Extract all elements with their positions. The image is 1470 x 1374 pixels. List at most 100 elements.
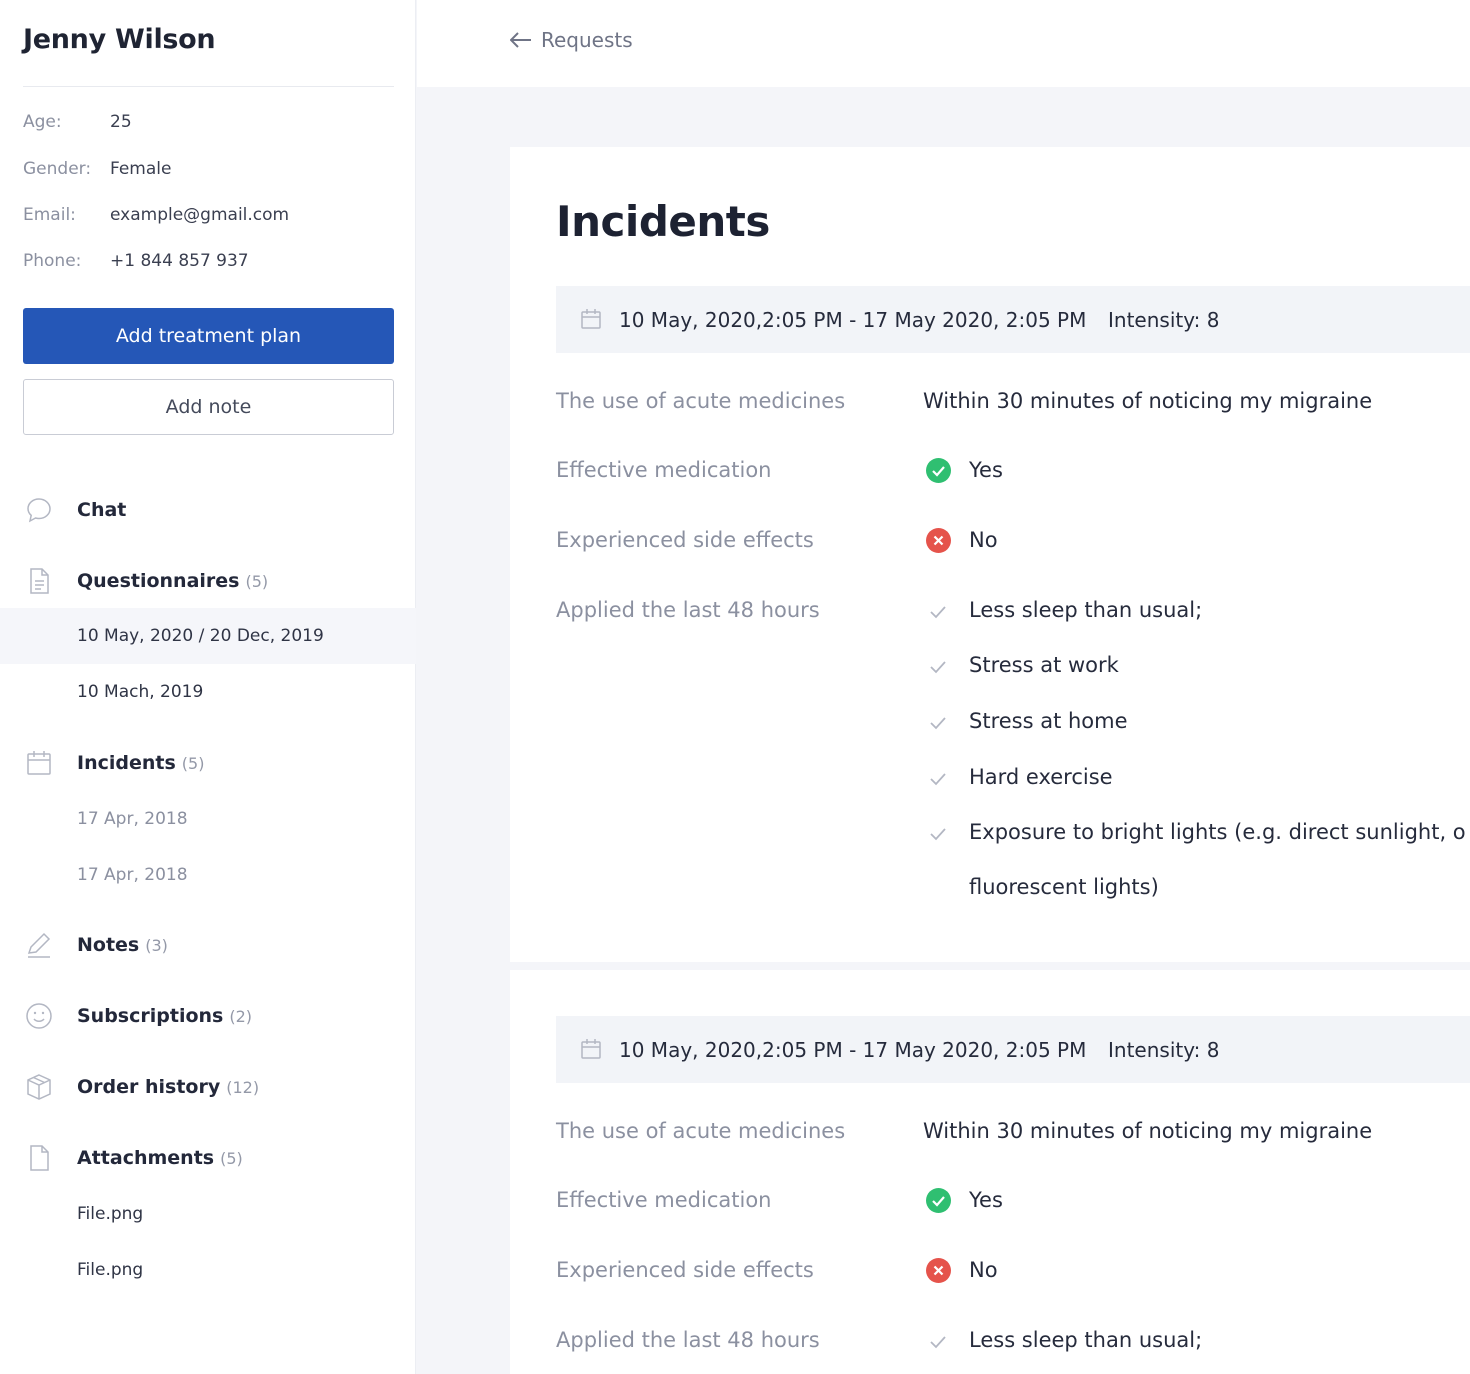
info-label: Gender:	[23, 159, 92, 179]
checkmark-icon	[930, 828, 946, 841]
acute-medicines-label: The use of acute medicines	[556, 389, 846, 413]
info-label: Age:	[23, 112, 62, 132]
smiley-icon	[24, 1001, 54, 1031]
back-link-label: Requests	[541, 28, 633, 52]
side-effects-value: No	[969, 1258, 998, 1282]
incident-intensity: Intensity: 8	[1108, 1037, 1220, 1062]
nav-label-text: Order history	[77, 1076, 221, 1098]
top-bar: Requests	[417, 0, 1470, 87]
incident-card: 10 May, 2020,2:05 PM - 17 May 2020, 2:05…	[510, 970, 1470, 1374]
nav-count: (2)	[229, 1007, 253, 1026]
questionnaire-date: 10 May, 2020 / 20 Dec, 2019	[77, 626, 324, 646]
patient-sidebar: Jenny Wilson Age: 25 Gender: Female Emai…	[0, 0, 416, 1374]
nav-item-order-history[interactable]: Order history (12)	[0, 1067, 416, 1107]
incident-date: 17 Apr, 2018	[77, 809, 188, 829]
nav-label-text: Incidents	[77, 752, 176, 774]
document-icon	[24, 566, 54, 596]
questionnaire-date: 10 Mach, 2019	[77, 682, 204, 702]
trigger-item: Less sleep than usual;	[969, 1328, 1203, 1352]
nav-label-text: Subscriptions	[77, 1005, 224, 1027]
add-note-button[interactable]: Add note	[23, 379, 394, 435]
nav-label-text: Attachments	[77, 1147, 215, 1169]
checkmark-icon	[930, 606, 946, 619]
nav-item-questionnaires[interactable]: Questionnaires (5)	[0, 561, 416, 601]
trigger-item: Stress at work	[969, 653, 1119, 677]
pencil-icon	[24, 930, 54, 960]
chat-bubble-icon	[24, 495, 54, 525]
info-label: Email:	[23, 205, 76, 225]
incident-date: 17 Apr, 2018	[77, 865, 188, 885]
questionnaire-item[interactable]: 10 May, 2020 / 20 Dec, 2019	[0, 608, 416, 664]
incident-item[interactable]: 17 Apr, 2018	[0, 847, 416, 903]
calendar-icon	[581, 309, 601, 329]
nav-label: Questionnaires (5)	[77, 570, 268, 592]
trigger-item: Stress at home	[969, 709, 1128, 733]
nav-count: (5)	[245, 572, 269, 591]
nav-count: (5)	[181, 754, 205, 773]
questionnaire-item[interactable]: 10 Mach, 2019	[0, 664, 416, 720]
incident-header: 10 May, 2020,2:05 PM - 17 May 2020, 2:05…	[556, 286, 1470, 353]
effective-medication-label: Effective medication	[556, 458, 772, 482]
applied-last-48h-label: Applied the last 48 hours	[556, 598, 820, 622]
check-circle-icon	[926, 458, 951, 483]
calendar-icon	[581, 1039, 601, 1059]
info-value: Female	[110, 159, 172, 179]
file-icon	[24, 1143, 54, 1173]
info-row-email: Email: example@gmail.com	[23, 205, 289, 229]
nav-label: Order history (12)	[77, 1076, 259, 1098]
checkmark-icon	[930, 1336, 946, 1349]
trigger-item: Less sleep than usual;	[969, 598, 1203, 622]
info-value: 25	[110, 112, 132, 132]
box-icon	[24, 1072, 54, 1102]
info-value: example@gmail.com	[110, 205, 290, 225]
info-row-gender: Gender: Female	[23, 159, 171, 183]
effective-medication-value: Yes	[969, 458, 1003, 482]
checkmark-icon	[930, 717, 946, 730]
attachment-item[interactable]: File.png	[0, 1242, 416, 1298]
checkmark-icon	[930, 661, 946, 674]
attachment-name: File.png	[77, 1204, 144, 1224]
nav-item-attachments[interactable]: Attachments (5)	[0, 1138, 416, 1178]
acute-medicines-value: Within 30 minutes of noticing my migrain…	[923, 389, 1373, 413]
info-row-age: Age: 25	[23, 112, 132, 136]
nav-label: Notes (3)	[77, 934, 168, 956]
x-circle-icon	[926, 528, 951, 553]
info-row-phone: Phone: +1 844 857 937	[23, 251, 249, 275]
checkmark-icon	[930, 773, 946, 786]
incident-dates: 10 May, 2020,2:05 PM - 17 May 2020, 2:05…	[619, 307, 1087, 332]
attachment-name: File.png	[77, 1260, 144, 1280]
trigger-item: Exposure to bright lights (e.g. direct s…	[969, 820, 1466, 844]
attachment-item[interactable]: File.png	[0, 1186, 416, 1242]
side-effects-label: Experienced side effects	[556, 528, 814, 552]
applied-last-48h-label: Applied the last 48 hours	[556, 1328, 820, 1352]
nav-count: (5)	[220, 1149, 243, 1168]
nav-label: Attachments (5)	[77, 1147, 243, 1169]
nav-item-subscriptions[interactable]: Subscriptions (2)	[0, 996, 416, 1036]
trigger-item: Hard exercise	[969, 765, 1113, 789]
nav-item-incidents[interactable]: Incidents (5)	[0, 743, 416, 783]
divider	[23, 86, 394, 87]
incident-header: 10 May, 2020,2:05 PM - 17 May 2020, 2:05…	[556, 1016, 1470, 1083]
incident-dates: 10 May, 2020,2:05 PM - 17 May 2020, 2:05…	[619, 1037, 1087, 1062]
add-treatment-plan-button[interactable]: Add treatment plan	[23, 308, 394, 364]
effective-medication-label: Effective medication	[556, 1188, 772, 1212]
patient-name: Jenny Wilson	[23, 24, 216, 55]
trigger-item-continued: fluorescent lights)	[969, 875, 1159, 899]
nav-label: Subscriptions (2)	[77, 1005, 252, 1027]
nav-item-chat[interactable]: Chat	[0, 490, 416, 530]
check-circle-icon	[926, 1188, 951, 1213]
side-effects-label: Experienced side effects	[556, 1258, 814, 1282]
acute-medicines-value: Within 30 minutes of noticing my migrain…	[923, 1119, 1373, 1143]
calendar-icon	[24, 748, 54, 778]
incidents-card: Incidents 10 May, 2020,2:05 PM - 17 May …	[510, 147, 1470, 962]
info-label: Phone:	[23, 251, 82, 271]
incident-item[interactable]: 17 Apr, 2018	[0, 791, 416, 847]
side-effects-value: No	[969, 528, 998, 552]
incident-intensity: Intensity: 8	[1108, 307, 1220, 332]
back-to-requests-link[interactable]: Requests	[510, 28, 633, 52]
acute-medicines-label: The use of acute medicines	[556, 1119, 846, 1143]
effective-medication-value: Yes	[969, 1188, 1003, 1212]
page-title: Incidents	[556, 197, 770, 246]
nav-label-text: Notes	[77, 934, 140, 956]
nav-item-notes[interactable]: Notes (3)	[0, 925, 416, 965]
